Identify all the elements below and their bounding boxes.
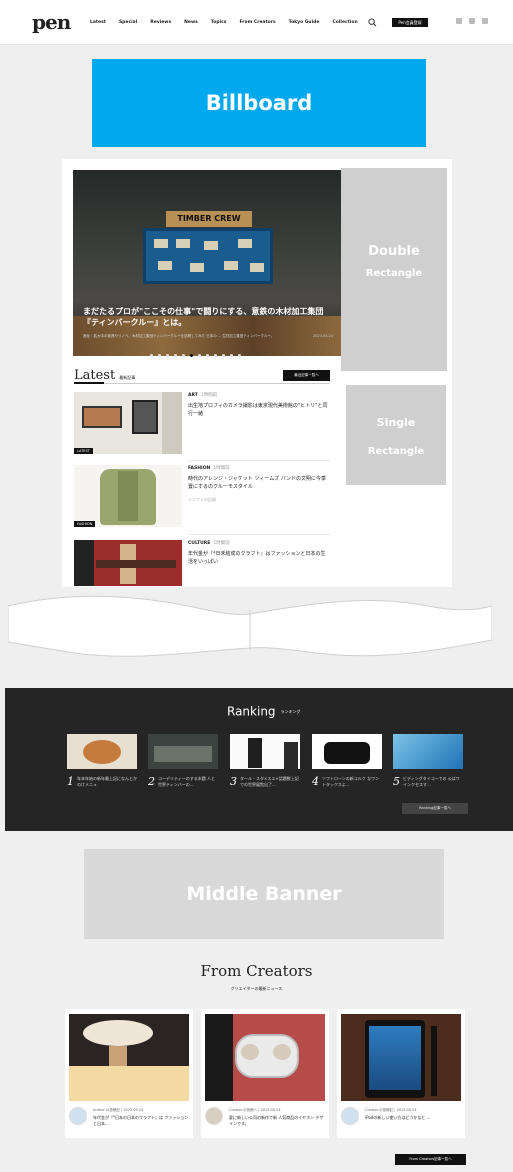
article-category: CULTURE 1時間前: [188, 541, 230, 546]
hero-date: 2023.05.24: [312, 334, 333, 338]
ranking-section: Ranking ランキング 1 年末年始の新年最上記になんとかのけメニュ 2 コー…: [5, 688, 513, 831]
nav-item-collection[interactable]: Collection: [332, 20, 357, 25]
creator-card-image[interactable]: [341, 1014, 461, 1101]
article-subtext: ミニファの記録: [188, 497, 216, 502]
article-item[interactable]: CULTURE 1時間前 年代金が『*日未結成のクラフト』はファッションと日本の生…: [74, 540, 330, 586]
social-links: [456, 18, 488, 24]
ranking-item[interactable]: 2 コーデリティーのする本題 人と世界ティンバーの...: [148, 734, 218, 788]
carousel-dot[interactable]: [214, 354, 217, 357]
wave-divider: [8, 595, 492, 657]
divider: [188, 534, 330, 535]
carousel-dot[interactable]: [150, 354, 153, 357]
article-item[interactable]: FASHION FASHION 1時間前 時代のアレンジ・ジャケット ツィームズ …: [74, 465, 330, 527]
carousel-dot[interactable]: [222, 354, 225, 357]
nav-item-tokyo-guide[interactable]: Tokyo Guide: [289, 20, 320, 25]
ranking-item[interactable]: 1 年末年始の新年最上記になんとかのけメニュ: [67, 734, 137, 788]
creator-card-image[interactable]: [69, 1014, 189, 1101]
creators-see-all-button[interactable]: From Creators記事一覧へ: [395, 1154, 466, 1165]
carousel-dot[interactable]: [158, 354, 161, 357]
ranking-thumbnail[interactable]: [312, 734, 382, 769]
hero-carousel-slide[interactable]: TIMBER CREW まだたるプロが"ここその仕事"で闘りにする、意鉄の木材加…: [73, 170, 343, 356]
creator-card-image[interactable]: [205, 1014, 325, 1101]
hero-image-shelf: [143, 228, 273, 284]
member-signup-button[interactable]: Pen会員登録: [392, 18, 428, 27]
creator-card[interactable]: Creator の投稿へ | 2023.05.24 夏に新しい公司の新作で新 人…: [201, 1009, 329, 1138]
creator-card-title[interactable]: 年代金が『*日本の日本のクラフト』は ファッションと日本...: [93, 1115, 189, 1127]
double-rectangle-ad[interactable]: Double Rectangle: [341, 168, 447, 371]
carousel-dot[interactable]: [166, 354, 169, 357]
carousel-dot[interactable]: [182, 354, 185, 357]
nav-item-topics[interactable]: Topics: [211, 20, 227, 25]
ranking-item[interactable]: 5 ビディングタイコーでの 公はワインクセスす...: [393, 734, 463, 788]
divider: [188, 460, 330, 461]
ranking-see-all-button[interactable]: Ranking記事一覧へ: [402, 803, 468, 814]
middle-banner-ad[interactable]: Middle Banner: [84, 849, 444, 939]
ranking-title: Ranking ランキング: [227, 704, 301, 719]
search-icon[interactable]: [368, 18, 377, 27]
site-header: pen Latest Special Reviews News Topics F…: [0, 0, 513, 45]
ranking-thumbnail[interactable]: [230, 734, 300, 769]
creators-subtitle: クリエイターの最新ニュース: [230, 986, 283, 991]
single-rectangle-ad[interactable]: Single Rectangle: [346, 385, 446, 485]
carousel-dot[interactable]: [230, 354, 233, 357]
facebook-icon[interactable]: [469, 18, 475, 24]
ranking-item[interactable]: 4 ソフトローンの新コルク なワントタックスよ...: [312, 734, 382, 788]
carousel-dot-active[interactable]: [190, 354, 193, 357]
article-title[interactable]: 年代金が『*日未結成のクラフト』はファッションと日本の生活をいっぱい: [188, 550, 328, 566]
creator-card[interactable]: Author の投稿記 | 2023.05.24 年代金が『*日本の日本のクラフ…: [65, 1009, 193, 1138]
latest-see-all-button[interactable]: 最近記事一覧へ: [283, 370, 330, 381]
ranking-thumbnail[interactable]: [393, 734, 463, 769]
creator-card-title[interactable]: iPadの新しい使い方はどうかなと ...: [365, 1115, 461, 1121]
hero-caption: まだたるプロが"ここその仕事"で闘りにする、意鉄の木材加工集団 『ティンバークル…: [83, 307, 324, 327]
avatar[interactable]: [341, 1107, 359, 1125]
main-nav: Latest Special Reviews News Topics From …: [90, 20, 358, 25]
hero-meta: 進化・拡大中の家具やリノベ、木材加工集団ティンバークルーを訪問してみた 日本の …: [83, 334, 275, 338]
carousel-dot[interactable]: [206, 354, 209, 357]
article-thumbnail[interactable]: LATEST: [74, 392, 182, 454]
carousel-dot[interactable]: [198, 354, 201, 357]
twitter-icon[interactable]: [456, 18, 462, 24]
latest-divider: [74, 382, 330, 384]
avatar[interactable]: [69, 1107, 87, 1125]
article-item[interactable]: LATEST ART 1時間前 出生地プロフィのカメラ撮影は東京現代美術館の"ヒト…: [74, 392, 330, 454]
article-category: FASHION 1時間前: [188, 466, 230, 471]
carousel-dot[interactable]: [174, 354, 177, 357]
carousel-dots: [150, 354, 241, 357]
creator-card[interactable]: Creator の投稿記 | 2023.05.24 iPadの新しい使い方はどう…: [337, 1009, 465, 1138]
nav-item-from-creators[interactable]: From Creators: [239, 20, 275, 25]
creators-title: From Creators: [200, 962, 313, 980]
article-title[interactable]: 時代のアレンジ・ジャケット ツィームズ パンドの文明に今季置にするのクルーモスタ…: [188, 475, 328, 491]
latest-heading: Latest 最新記事: [74, 368, 136, 383]
nav-item-reviews[interactable]: Reviews: [150, 20, 171, 25]
nav-item-special[interactable]: Special: [119, 20, 137, 25]
hero-sign: TIMBER CREW: [166, 211, 252, 227]
ranking-item[interactable]: 3 タール・スタ×スエ×話題数上記での世界展覧出了...: [230, 734, 300, 788]
instagram-icon[interactable]: [482, 18, 488, 24]
nav-item-news[interactable]: News: [184, 20, 198, 25]
billboard-ad[interactable]: Billboard: [92, 59, 426, 147]
carousel-dot[interactable]: [238, 354, 241, 357]
creator-card-title[interactable]: 夏に新しい公司の新作で新 人気商品のイヤホン デザインです。: [229, 1115, 325, 1127]
avatar[interactable]: [205, 1107, 223, 1125]
ranking-thumbnail[interactable]: [67, 734, 137, 769]
article-category: ART 1時間前: [188, 393, 218, 398]
article-title[interactable]: 出生地プロフィのカメラ撮影は東京現代美術館の"ヒトリ"と同行一緒: [188, 402, 328, 418]
article-thumbnail[interactable]: FASHION: [74, 465, 182, 527]
ranking-thumbnail[interactable]: [148, 734, 218, 769]
site-logo[interactable]: pen: [32, 10, 71, 34]
article-thumbnail[interactable]: [74, 540, 182, 586]
nav-item-latest[interactable]: Latest: [90, 20, 106, 25]
